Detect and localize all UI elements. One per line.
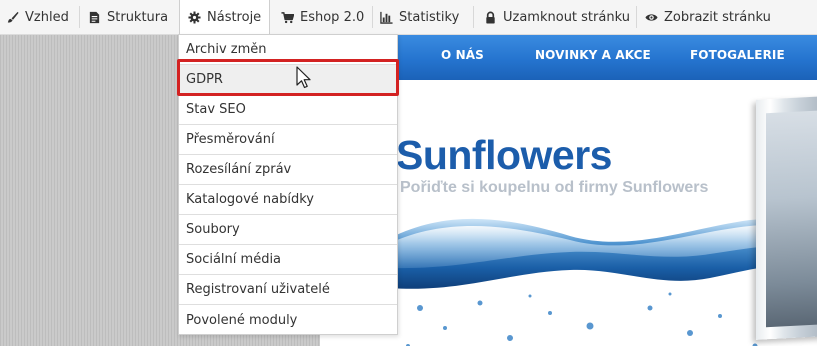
gear-icon — [188, 11, 201, 24]
site-subtitle: Pořiďte si koupelnu od firmy Sunflowers — [400, 179, 709, 196]
menu-item-label: Povolené moduly — [186, 312, 298, 328]
toolbar-eshop[interactable]: Eshop 2.0 — [281, 0, 364, 34]
menu-item-rozesilani-zprav[interactable]: Rozesílání zpráv — [179, 155, 397, 185]
menu-item-socialni-media[interactable]: Sociální média — [179, 245, 397, 275]
menu-item-label: Sociální média — [186, 252, 282, 267]
menu-item-soubory[interactable]: Soubory — [179, 215, 397, 245]
nav-link-o-nas[interactable]: O NÁS — [441, 48, 484, 62]
bar-chart-icon — [380, 11, 393, 24]
toolbar-uzamknout[interactable]: Uzamknout stránku — [484, 0, 630, 34]
menu-item-katalogove-nabidky[interactable]: Katalogové nabídky — [179, 185, 397, 215]
mouse-cursor-icon — [296, 66, 311, 89]
toolbar-struktura-label: Struktura — [107, 9, 169, 25]
toolbar-nastroje-label: Nástroje — [207, 10, 262, 25]
brush-icon — [7, 11, 19, 23]
cart-icon — [281, 11, 294, 23]
toolbar-zobrazit-label: Zobrazit stránku — [664, 9, 771, 25]
menu-item-label: Katalogové nabídky — [186, 192, 315, 207]
menu-item-stav-seo[interactable]: Stav SEO — [179, 95, 397, 125]
menu-item-label: Soubory — [186, 222, 240, 237]
menu-item-label: Přesměrování — [186, 132, 275, 147]
nav-link-novinky[interactable]: NOVINKY A AKCE — [535, 48, 651, 62]
toolbar-eshop-label: Eshop 2.0 — [300, 9, 365, 25]
gdpr-highlight-annotation — [177, 59, 399, 96]
toolbar-statistiky-label: Statistiky — [399, 9, 460, 25]
toolbar-statistiky[interactable]: Statistiky — [380, 0, 459, 34]
bathroom-photo — [756, 96, 817, 340]
toolbar-struktura[interactable]: Struktura — [88, 0, 168, 34]
menu-item-presmerovani[interactable]: Přesměrování — [179, 125, 397, 155]
eye-icon — [645, 13, 658, 21]
menu-item-label: Rozesílání zpráv — [186, 162, 292, 177]
toolbar-vzhled[interactable]: Vzhled — [6, 0, 69, 34]
menu-item-label: Registrovaní uživatelé — [186, 282, 330, 297]
toolbar-uzamknout-label: Uzamknout stránku — [503, 9, 630, 25]
menu-item-registrovani-uzivatele[interactable]: Registrovaní uživatelé — [179, 275, 397, 305]
lock-icon — [486, 11, 495, 24]
admin-toolbar: Vzhled Struktura Nástroje Eshop 2.0 Stat… — [0, 0, 817, 35]
toolbar-zobrazit[interactable]: Zobrazit stránku — [645, 0, 771, 34]
menu-item-label: Archiv změn — [186, 42, 267, 57]
menu-item-povolene-moduly[interactable]: Povolené moduly — [179, 305, 397, 335]
menu-item-label: Stav SEO — [186, 102, 246, 117]
site-title: Sunflowers — [396, 132, 612, 178]
nav-link-fotogalerie[interactable]: FOTOGALERIE — [690, 48, 785, 62]
toolbar-nastroje[interactable]: Nástroje — [179, 0, 270, 35]
water-splash-image — [390, 218, 817, 346]
document-icon — [89, 11, 100, 23]
toolbar-vzhled-label: Vzhled — [25, 9, 69, 25]
